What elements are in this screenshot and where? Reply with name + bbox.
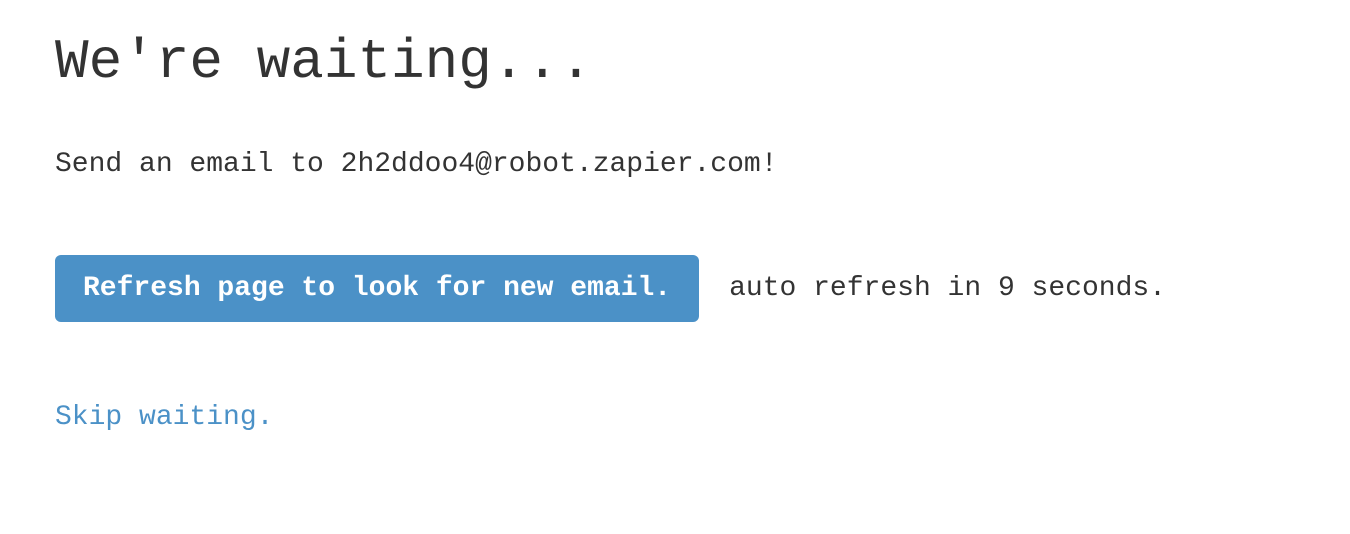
page-heading: We're waiting... xyxy=(55,30,1295,94)
action-row: Refresh page to look for new email. auto… xyxy=(55,255,1295,322)
auto-refresh-text: auto refresh in 9 seconds. xyxy=(729,273,1166,304)
instruction-text: Send an email to 2h2ddoo4@robot.zapier.c… xyxy=(55,149,1295,180)
refresh-button[interactable]: Refresh page to look for new email. xyxy=(55,255,699,322)
skip-waiting-link[interactable]: Skip waiting. xyxy=(55,402,273,433)
